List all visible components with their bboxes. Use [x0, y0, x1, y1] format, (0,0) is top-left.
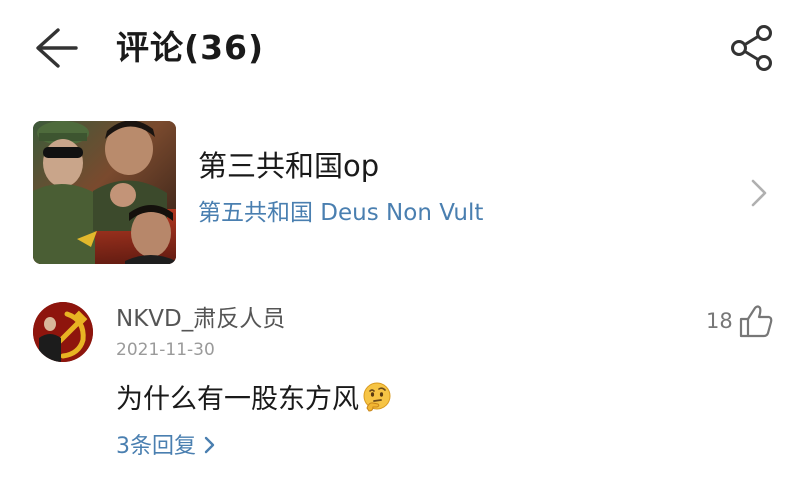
chevron-right-icon: [748, 178, 770, 208]
comment-username[interactable]: NKVD_肃反人员: [116, 304, 285, 334]
like-button[interactable]: 18: [700, 304, 780, 338]
reply-count-label: 3条回复: [116, 434, 196, 459]
top-bar: 评论(36): [0, 0, 800, 96]
album-title: 第三共和国op: [198, 149, 380, 183]
comment-body: 为什么有一股东方风: [116, 384, 359, 415]
album-card[interactable]: 第三共和国op 第五共和国 Deus Non Vult: [0, 110, 800, 276]
share-button[interactable]: [726, 22, 778, 74]
avatar[interactable]: [33, 302, 93, 362]
thinking-face-icon: [363, 382, 391, 412]
comment-text: 为什么有一股东方风: [116, 381, 393, 418]
page-title: 评论(36): [116, 28, 265, 67]
album-subtitle[interactable]: 第五共和国 Deus Non Vult: [198, 197, 483, 229]
comment-date: 2021-11-30: [116, 340, 215, 360]
back-arrow-icon: [36, 28, 78, 68]
album-cover-image: [33, 121, 176, 264]
back-button[interactable]: [30, 24, 82, 72]
share-icon: [731, 25, 772, 71]
thumbs-up-icon: [739, 305, 773, 338]
view-replies-link[interactable]: 3条回复: [116, 432, 216, 462]
chevron-right-icon: [204, 436, 215, 454]
comment-item: NKVD_肃反人员 2021-11-30 18 为什么有一股东方风 3条回复: [0, 290, 800, 479]
like-count: 18: [706, 309, 733, 333]
